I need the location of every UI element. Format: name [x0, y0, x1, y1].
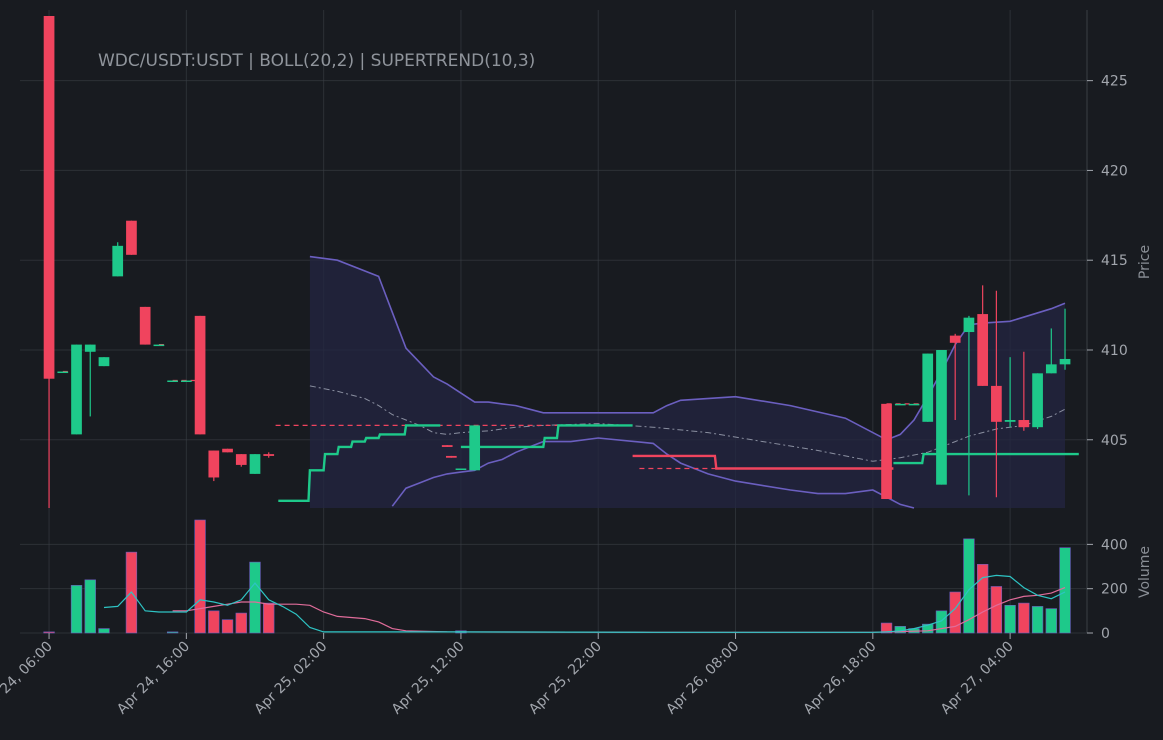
volume-tick-label: 200	[1101, 582, 1128, 598]
candle-body	[908, 403, 920, 406]
volume-tick-label: 400	[1101, 537, 1128, 553]
candle-body	[194, 315, 206, 435]
candle-body	[208, 450, 220, 478]
candle-body	[98, 357, 110, 367]
volume-bar	[990, 586, 1003, 634]
candle-body	[963, 317, 975, 333]
candle-body	[153, 344, 165, 347]
volume-bar	[43, 631, 55, 634]
price-axis-label: Price	[1137, 245, 1153, 279]
volume-bar	[84, 579, 96, 634]
candle-body	[922, 353, 934, 422]
candle-body	[1045, 364, 1057, 374]
price-tick-label: 425	[1101, 74, 1128, 90]
volume-bar	[1031, 606, 1044, 634]
candle-body	[43, 16, 55, 379]
volume-bar	[235, 612, 247, 634]
candle-body	[936, 349, 947, 485]
candle-body	[1032, 373, 1043, 428]
price-tick-label: 410	[1101, 343, 1128, 359]
candle-body	[263, 454, 275, 456]
volume-bar	[1004, 605, 1016, 634]
candle-body	[235, 454, 247, 465]
candle-body	[71, 344, 82, 435]
volume-bar	[249, 561, 261, 634]
volume-bar	[1045, 608, 1057, 634]
candle-body	[894, 403, 906, 406]
volume-bar	[166, 631, 179, 634]
candle-body	[112, 245, 124, 277]
volume-bar	[977, 564, 989, 634]
candle-body	[455, 468, 467, 470]
trading-chart: 4054104154204250200400Apr 24, 06:00Apr 2…	[0, 0, 1163, 740]
price-tick-label: 415	[1101, 253, 1128, 269]
candle-body	[445, 455, 457, 458]
volume-bar	[221, 619, 234, 634]
candle-body	[180, 380, 192, 383]
chart-title: WDC/USDT:USDT | BOLL(20,2) | SUPERTREND(…	[98, 51, 535, 71]
candle-body	[991, 385, 1002, 422]
candle-body	[57, 371, 69, 374]
candle-body	[881, 403, 892, 500]
price-tick-label: 420	[1101, 163, 1128, 179]
volume-bar	[98, 628, 110, 634]
candle-body	[126, 220, 137, 255]
candle-body	[249, 454, 261, 474]
volume-axis-label: Volume	[1137, 546, 1153, 598]
price-tick-label: 405	[1101, 433, 1128, 449]
volume-bar	[1059, 547, 1071, 634]
candle-body	[1004, 420, 1016, 422]
candle-body	[949, 335, 961, 343]
candle-body	[977, 314, 989, 386]
volume-bar	[208, 610, 220, 634]
volume-bar	[1018, 602, 1030, 634]
candle-body	[222, 448, 233, 453]
candle-body	[84, 344, 96, 352]
candle-body	[167, 380, 178, 383]
candle-body	[469, 425, 481, 471]
volume-tick-label: 0	[1101, 626, 1110, 642]
volume-bar	[194, 519, 206, 634]
volume-bar	[263, 602, 275, 634]
candle-body	[1018, 420, 1030, 428]
volume-bar	[70, 585, 83, 634]
candle-body	[1059, 358, 1071, 365]
candle-body	[441, 445, 453, 447]
candle-body	[139, 306, 151, 345]
